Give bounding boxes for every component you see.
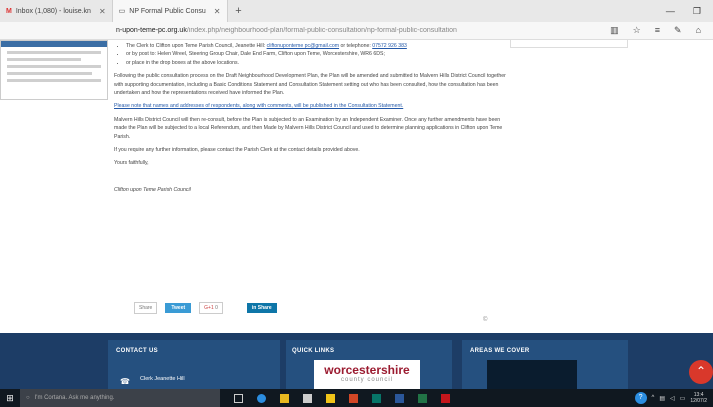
- tab-preview-thumbnail[interactable]: [0, 40, 108, 100]
- thumbnail-header: [1, 41, 107, 47]
- cortana-search-box[interactable]: ○ I'm Cortana. Ask me anything.: [20, 389, 220, 407]
- thumbnail-line: [7, 65, 101, 68]
- paragraph: Following the public consultation proces…: [114, 73, 506, 97]
- scroll-to-top-button[interactable]: ⌃: [689, 360, 713, 384]
- clerk-name: Clerk Jeanette Hill: [140, 376, 185, 382]
- thumbnail-line: [7, 51, 101, 54]
- notice-paragraph: Please note that names and addresses of …: [114, 103, 404, 110]
- email-link[interactable]: cliftonuponteme pc@gmail.com: [267, 43, 339, 49]
- copyright-mark: ©: [483, 317, 488, 323]
- word-icon[interactable]: [395, 393, 404, 403]
- phone-link[interactable]: 07572 926 383: [372, 43, 407, 49]
- contact-item-dropbox: or place in the drop boxes at the above …: [126, 59, 506, 67]
- thumbnail-line: [7, 58, 82, 61]
- page-icon: ▭: [118, 8, 126, 15]
- paragraph: If you require any further information, …: [114, 147, 360, 154]
- paragraph: Malvern Hills District Council will then…: [114, 116, 503, 140]
- acrobat-icon[interactable]: [441, 393, 450, 403]
- share-icon[interactable]: ⌂: [696, 25, 701, 36]
- notifications-icon[interactable]: ▭: [680, 395, 686, 402]
- clock-date: 12/07/2: [690, 398, 707, 404]
- edge-icon[interactable]: [257, 393, 266, 403]
- footer-contact-title: CONTACT US: [116, 348, 158, 354]
- contact-item-clerk: The Clerk to Clifton upon Teme Parish Co…: [126, 42, 506, 50]
- restore-icon[interactable]: ❐: [693, 6, 701, 17]
- cortana-placeholder: I'm Cortana. Ask me anything.: [34, 395, 115, 401]
- system-tray: ? ^ ▤ ◁ ▭ 13:4 12/07/2: [634, 392, 713, 404]
- app-icon[interactable]: [326, 393, 335, 403]
- publisher-icon[interactable]: [372, 393, 381, 403]
- footer-quick-links-title: QUICK LINKS: [292, 348, 335, 354]
- window-controls: — ❐: [666, 6, 713, 17]
- gplus-button[interactable]: G+1 0: [199, 302, 223, 314]
- clock[interactable]: 13:4 12/07/2: [690, 392, 707, 404]
- file-explorer-icon[interactable]: [280, 393, 289, 403]
- url-field[interactable]: n-upon-teme-pc.org.uk/index.php/neighbou…: [116, 27, 516, 34]
- area-map[interactable]: [487, 360, 577, 389]
- hub-icon[interactable]: ≡: [655, 25, 660, 36]
- help-icon[interactable]: ?: [634, 392, 647, 404]
- contact-item-post: or by post to: Helen Wreel, Steering Gro…: [126, 50, 506, 58]
- closing: Yours faithfully,: [114, 160, 149, 167]
- url-host: n-upon-teme-pc.org.uk: [116, 27, 187, 34]
- excel-icon[interactable]: [418, 393, 427, 403]
- footer-areas-title: AREAS WE COVER: [470, 348, 530, 354]
- close-icon[interactable]: ✕: [214, 7, 221, 16]
- tab-label: NP Formal Public Consu: [129, 7, 206, 15]
- powerpoint-icon[interactable]: [349, 393, 358, 403]
- phone-icon: ☎: [120, 377, 130, 386]
- signature: Clifton upon Teme Parish Council: [114, 186, 191, 193]
- windows-taskbar: ⊞ ○ I'm Cortana. Ask me anything. ? ^ ▤ …: [0, 389, 713, 407]
- minimize-icon[interactable]: —: [666, 6, 675, 17]
- network-icon[interactable]: ▤: [659, 395, 665, 402]
- task-view-icon[interactable]: [234, 393, 243, 403]
- thumbnail-line: [7, 72, 92, 75]
- sidebar-box: [510, 40, 628, 48]
- linkedin-share-button[interactable]: in Share: [246, 303, 277, 313]
- new-tab-button[interactable]: +: [228, 5, 250, 17]
- volume-icon[interactable]: ◁: [670, 395, 675, 402]
- share-bar: Share Tweet G+1 0 in Share: [134, 302, 277, 314]
- favorite-star-icon[interactable]: ☆: [633, 25, 641, 36]
- windows-start-icon[interactable]: ⊞: [0, 393, 20, 404]
- thumbnail-line: [7, 79, 101, 82]
- tab-strip: M Inbox (1,080) - louise.kn ✕ ▭ NP Forma…: [0, 0, 713, 22]
- share-button[interactable]: Share: [134, 302, 158, 314]
- taskbar-apps: [234, 393, 450, 403]
- chevron-up-icon[interactable]: ^: [652, 395, 655, 401]
- article-body: The Clerk to Clifton upon Teme Parish Co…: [114, 42, 506, 194]
- tab-inbox[interactable]: M Inbox (1,080) - louise.kn ✕: [0, 0, 113, 22]
- tab-np-consultation[interactable]: ▭ NP Formal Public Consu ✕: [112, 0, 228, 22]
- tab-label: Inbox (1,080) - louise.kn: [15, 7, 91, 15]
- gmail-icon: M: [6, 7, 12, 15]
- url-path: /index.php/neighbourhood-plan/formal-pub…: [186, 27, 457, 34]
- reading-view-icon[interactable]: ▥: [610, 25, 619, 36]
- tweet-button[interactable]: Tweet: [165, 303, 192, 313]
- cortana-icon: ○: [26, 395, 30, 401]
- contact-list: The Clerk to Clifton upon Teme Parish Co…: [120, 42, 506, 67]
- address-bar[interactable]: n-upon-teme-pc.org.uk/index.php/neighbou…: [0, 22, 713, 40]
- store-icon[interactable]: [303, 393, 312, 403]
- gplus-count: 0: [215, 305, 218, 311]
- toolbar-icons: ▥ ☆ ≡ ✎ ⌂: [610, 25, 713, 36]
- web-note-icon[interactable]: ✎: [674, 25, 682, 36]
- worcestershire-cc-logo[interactable]: worcestershire county council: [314, 360, 420, 389]
- close-icon[interactable]: ✕: [99, 7, 106, 16]
